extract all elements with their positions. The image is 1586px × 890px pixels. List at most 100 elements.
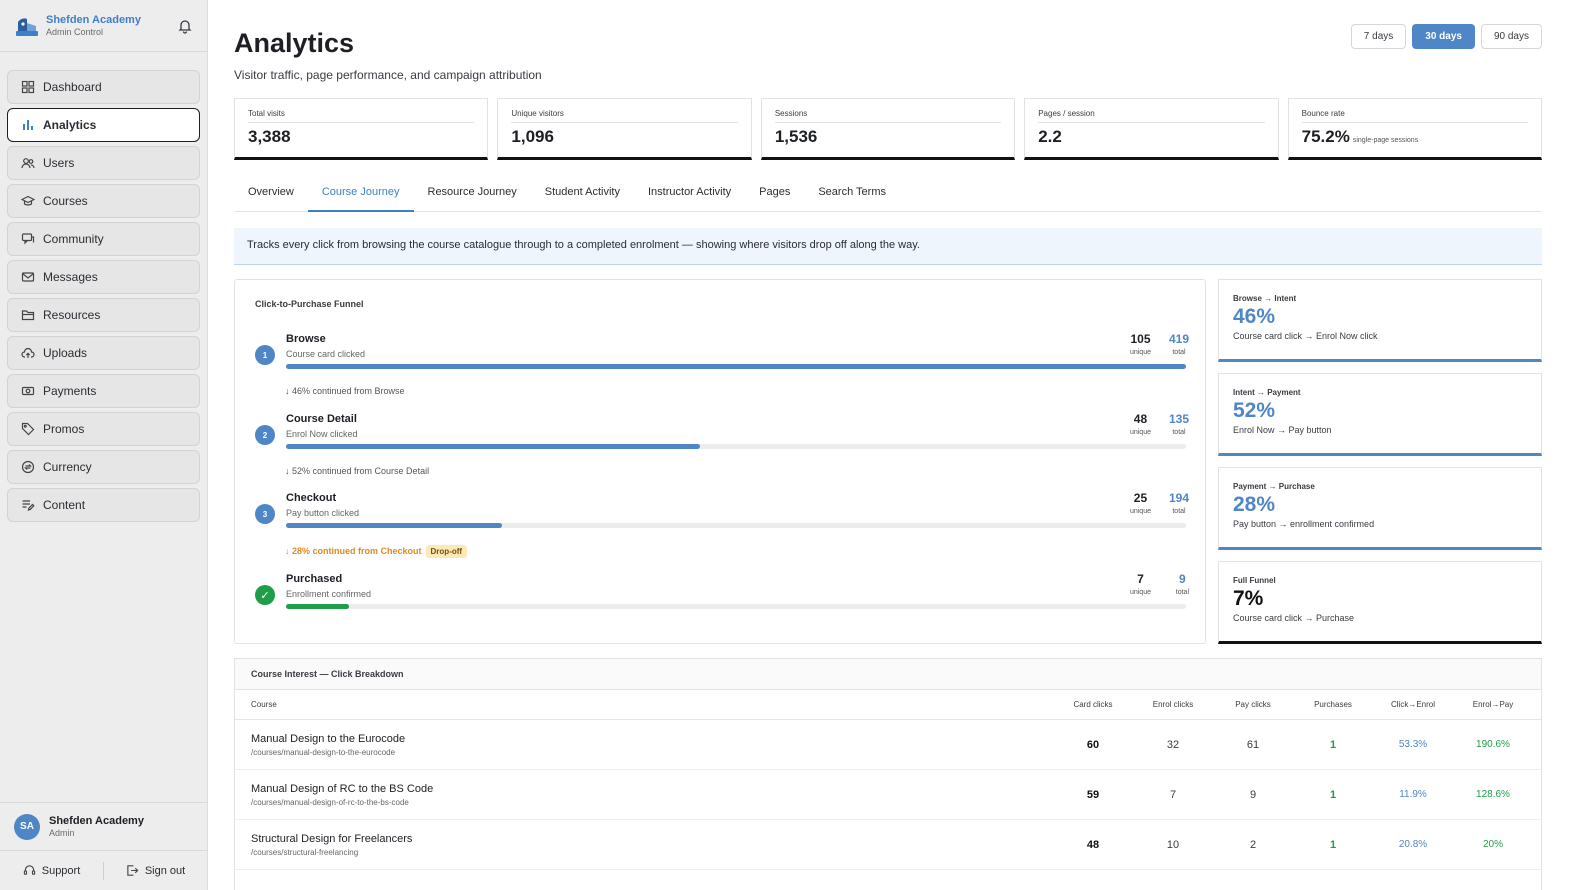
conversion-label: Intent → Payment [1233, 388, 1301, 397]
conversion-description: Pay button → enrollment confirmed [1233, 519, 1375, 529]
sidebar: Shefden Academy Admin Control Dashboard … [0, 0, 208, 890]
tab-resource-journey[interactable]: Resource Journey [414, 176, 531, 212]
funnel-card: Click-to-Purchase Funnel 1 Browse Course… [234, 279, 1206, 644]
sidebar-footer: Support Sign out [0, 850, 207, 890]
column-header[interactable]: Click→Enrol [1373, 700, 1453, 709]
conversion-value: 46% [1233, 305, 1276, 328]
sidebar-item-label: Resources [43, 308, 101, 322]
grid-icon [21, 80, 35, 94]
conversion-value: 7% [1233, 587, 1264, 610]
sidebar-item-resources[interactable]: Resources [7, 298, 200, 332]
step-progress-track [286, 523, 1186, 528]
total-count: 194 total [1168, 491, 1189, 515]
table-row[interactable]: Structural Design for Freelancers/course… [235, 820, 1541, 870]
bell-icon[interactable] [177, 18, 193, 34]
enrol-pay-rate: 128.6% [1476, 789, 1510, 800]
tab-pages[interactable]: Pages [745, 176, 804, 212]
step-description: Enrol Now clicked [286, 429, 358, 439]
stat-value: 1,096 [511, 127, 554, 146]
purchases: 1 [1329, 788, 1337, 801]
folder-icon [21, 310, 35, 321]
range-30-days-button[interactable]: 30 days [1412, 24, 1475, 49]
stat-label: Sessions [774, 109, 1002, 123]
column-header[interactable]: Course [235, 700, 1053, 709]
click-enrol-rate: 53.3% [1398, 739, 1428, 750]
course-name[interactable]: Structural Design for Freelancers [251, 833, 1053, 845]
conversion-value: 28% [1233, 493, 1276, 516]
column-header[interactable]: Pay clicks [1213, 700, 1293, 709]
sign-out-button[interactable]: Sign out [104, 864, 207, 877]
conversion-description: Enrol Now → Pay button [1233, 425, 1332, 435]
users-icon [21, 158, 35, 169]
column-header[interactable]: Card clicks [1053, 700, 1133, 709]
sidebar-item-courses[interactable]: Courses [7, 184, 200, 218]
table-row[interactable]: Manual Design of RC to the BS Code/cours… [235, 770, 1541, 820]
stat-card-total-visits: Total visits 3,388 [234, 98, 489, 160]
brand-name: Shefden Academy [46, 14, 141, 26]
step-progress-fill [286, 523, 502, 528]
table-row[interactable]: Manual Design to the Eurocode/courses/ma… [235, 720, 1541, 770]
page-title: Analytics [234, 28, 355, 58]
sidebar-item-uploads[interactable]: Uploads [7, 336, 200, 370]
sidebar-item-currency[interactable]: Currency [7, 450, 200, 484]
course-path: /courses/manual-design-to-the-eurocode [251, 747, 396, 757]
course-path: /courses/structural-freelancing [251, 847, 359, 857]
page-subtitle: Visitor traffic, page performance, and c… [234, 68, 542, 82]
sidebar-item-analytics[interactable]: Analytics [7, 108, 200, 142]
sidebar-item-label: Messages [43, 270, 98, 284]
funnel-title: Click-to-Purchase Funnel [255, 299, 364, 309]
course-name[interactable]: Manual Design to the Eurocode [251, 733, 1053, 745]
tab-course-journey[interactable]: Course Journey [307, 176, 414, 212]
tab-search-terms[interactable]: Search Terms [804, 176, 900, 212]
course-name[interactable]: Manual Design of RC to the BS Code [251, 783, 1053, 795]
step-progress-track [286, 444, 1186, 449]
conversion-value: 52% [1233, 399, 1276, 422]
sidebar-item-community[interactable]: Community [7, 222, 200, 256]
sidebar-item-label: Dashboard [43, 80, 102, 94]
stat-label: Bounce rate [1301, 109, 1529, 123]
sidebar-item-promos[interactable]: Promos [7, 412, 200, 446]
enrol-pay-rate: 20% [1482, 839, 1503, 850]
unique-count: 105 unique [1129, 332, 1151, 356]
column-header[interactable]: Enrol clicks [1133, 700, 1213, 709]
unique-count: 7 unique [1129, 572, 1151, 596]
range-90-days-button[interactable]: 90 days [1480, 24, 1542, 49]
total-count: 9 total [1175, 572, 1189, 596]
conversion-label: Payment → Purchase [1233, 482, 1315, 491]
click-enrol-rate: 11.9% [1399, 789, 1427, 800]
sidebar-item-dashboard[interactable]: Dashboard [7, 70, 200, 104]
range-7-days-button[interactable]: 7 days [1350, 24, 1407, 49]
support-button[interactable]: Support [0, 864, 103, 877]
exchange-icon [21, 460, 35, 474]
step-name: Purchased [286, 573, 343, 585]
conversion-card-browse-intent: Browse → Intent 46% Course card click → … [1218, 279, 1542, 362]
column-header[interactable]: Enrol→Pay [1453, 700, 1533, 709]
funnel-step-purchased: ✓ Purchased Enrollment confirmed 7 unique… [255, 572, 1189, 617]
sidebar-item-users[interactable]: Users [7, 146, 200, 180]
chat-icon [21, 233, 35, 245]
sidebar-item-messages[interactable]: Messages [7, 260, 200, 294]
user-profile[interactable]: SA Shefden Academy Admin [0, 802, 207, 850]
user-role: Admin [49, 828, 75, 838]
unique-count: 25 unique [1129, 491, 1151, 515]
tab-student-activity[interactable]: Student Activity [531, 176, 634, 212]
card-clicks: 60 [1086, 738, 1100, 751]
headset-icon [23, 865, 35, 875]
column-header[interactable]: Purchases [1293, 700, 1373, 709]
step-description: Course card clicked [286, 349, 366, 359]
sign-out-icon [127, 865, 139, 876]
conversion-card-intent-payment: Intent → Payment 52% Enrol Now → Pay but… [1218, 373, 1542, 456]
sidebar-item-label: Currency [43, 460, 92, 474]
stat-value: 1,536 [774, 127, 818, 146]
pay-clicks: 61 [1246, 738, 1260, 751]
tab-instructor-activity[interactable]: Instructor Activity [634, 176, 745, 212]
sidebar-item-content[interactable]: Content [7, 488, 200, 522]
tab-overview[interactable]: Overview [234, 176, 308, 212]
step-progress-track [286, 604, 1186, 609]
purchases: 1 [1329, 738, 1337, 751]
click-enrol-rate: 20.8% [1398, 839, 1428, 850]
step-number: 2 [255, 425, 275, 445]
conversion-label: Browse → Intent [1233, 294, 1297, 303]
stat-card-pages-per-session: Pages / session 2.2 [1024, 98, 1279, 160]
sidebar-item-payments[interactable]: Payments [7, 374, 200, 408]
